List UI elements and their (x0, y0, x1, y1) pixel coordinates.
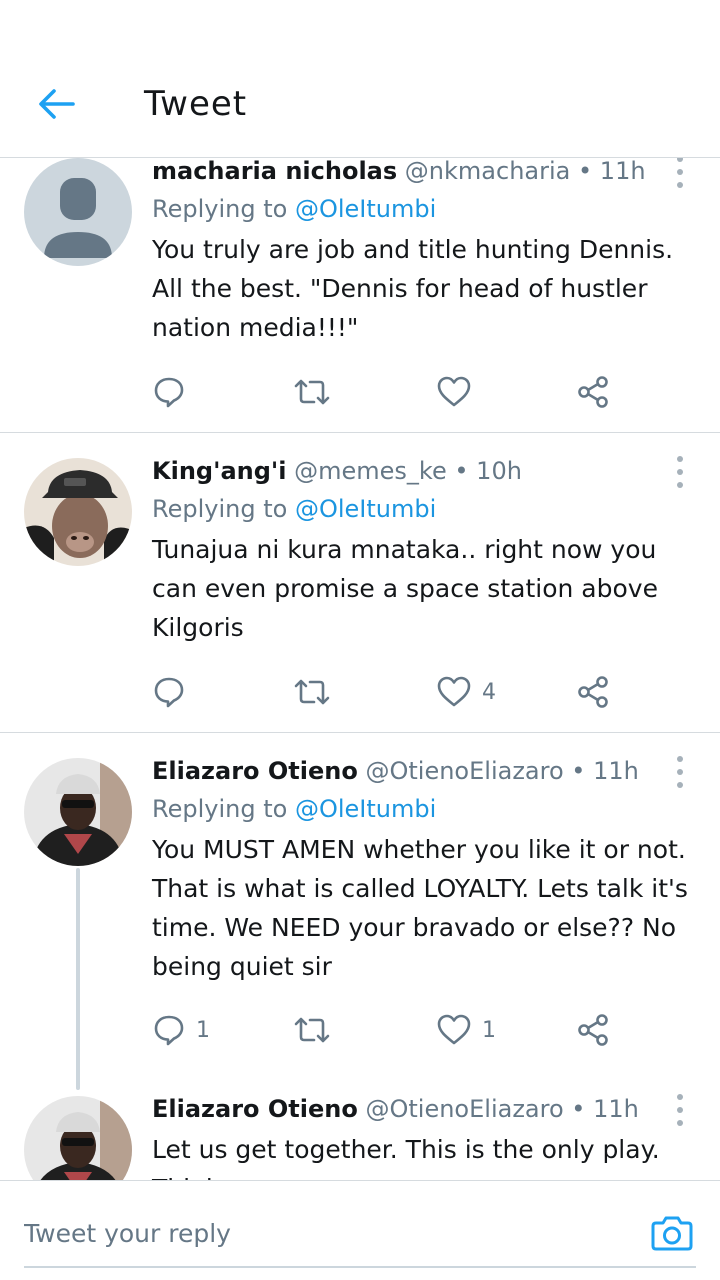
separator-dot: • (571, 1095, 586, 1123)
retweet-button[interactable] (292, 1010, 342, 1050)
tweet-divider (0, 432, 720, 433)
reply-count: 1 (196, 1017, 210, 1043)
replying-to: Replying to @OleItumbi (152, 792, 690, 826)
replying-to-handle[interactable]: @OleItumbi (295, 495, 436, 523)
retweet-button[interactable] (292, 372, 342, 412)
more-options-button[interactable] (674, 1094, 686, 1126)
back-button[interactable] (34, 82, 78, 126)
user-handle[interactable]: @nkmacharia (405, 158, 571, 185)
retweet-icon (294, 379, 330, 405)
more-options-button[interactable] (674, 158, 686, 188)
share-icon (578, 376, 608, 408)
reply-icon (154, 1015, 184, 1046)
dot-icon (677, 1094, 683, 1100)
retweet-icon (294, 1017, 330, 1043)
heart-icon (437, 376, 471, 407)
tweet-text: You MUST AMEN whether you like it or not… (152, 835, 688, 981)
tweet-actions (152, 372, 632, 412)
replying-to-handle[interactable]: @OleItumbi (295, 195, 436, 223)
thread-connector (76, 868, 80, 1090)
default-avatar[interactable] (24, 158, 132, 266)
reply-input[interactable] (24, 1211, 604, 1255)
user-avatar[interactable] (24, 758, 132, 866)
dot-icon (677, 158, 683, 162)
tweet-actions: 1 1 (152, 1010, 632, 1050)
user-name[interactable]: King'ang'i (152, 457, 286, 485)
user-handle[interactable]: @memes_ke (294, 457, 447, 485)
share-button[interactable] (576, 372, 610, 412)
camera-icon (651, 1216, 693, 1251)
dot-icon (677, 1107, 683, 1113)
tweet-text: Let us get together. This is the only pl… (152, 1135, 660, 1180)
replies-feed[interactable]: macharia nicholas @nkmacharia • 11h Repl… (0, 158, 720, 1180)
user-avatar[interactable] (24, 458, 132, 566)
heart-icon (437, 1014, 471, 1045)
tweet-text: Tunajua ni kura mnataka.. right now you … (152, 535, 658, 642)
reply-composer (0, 1180, 720, 1280)
dot-icon (677, 182, 683, 188)
separator-dot: • (571, 757, 586, 785)
tweet-header: Eliazaro Otieno @OtienoEliazaro • 11h (152, 1092, 690, 1126)
tweet-header: Eliazaro Otieno @OtienoEliazaro • 11h (152, 754, 690, 788)
dot-icon (677, 169, 683, 175)
dot-icon (677, 456, 683, 462)
input-underline (24, 1266, 696, 1268)
user-handle[interactable]: @OtienoEliazaro (365, 757, 563, 785)
tweet-actions: 4 (152, 672, 632, 712)
tweet-header: macharia nicholas @nkmacharia • 11h (152, 158, 690, 188)
timestamp: 11h (599, 158, 646, 185)
retweet-button[interactable] (292, 672, 342, 712)
reply-button[interactable]: 1 (152, 1010, 210, 1050)
user-name[interactable]: macharia nicholas (152, 158, 397, 185)
user-name[interactable]: Eliazaro Otieno (152, 1095, 358, 1123)
tweet-header: King'ang'i @memes_ke • 10h (152, 454, 690, 488)
separator-dot: • (578, 158, 593, 185)
like-button[interactable]: 1 (436, 1010, 496, 1050)
timestamp: 11h (593, 757, 639, 785)
top-app-bar: Tweet (0, 0, 720, 158)
separator-dot: • (454, 457, 469, 485)
replying-to-label: Replying to (152, 795, 288, 823)
heart-icon (437, 676, 471, 707)
reply-icon (154, 377, 184, 408)
user-handle[interactable]: @OtienoEliazaro (365, 1095, 563, 1123)
dot-icon (677, 769, 683, 775)
camera-button[interactable] (650, 1211, 694, 1255)
arrow-left-icon (39, 89, 75, 119)
reply-button[interactable] (152, 372, 196, 412)
dot-icon (677, 1120, 683, 1126)
tweet-divider (0, 732, 720, 733)
replying-to-label: Replying to (152, 495, 288, 523)
page-title: Tweet (144, 84, 248, 124)
replying-to: Replying to @OleItumbi (152, 192, 690, 226)
timestamp: 10h (476, 457, 522, 485)
share-button[interactable] (576, 672, 610, 712)
share-icon (578, 676, 608, 708)
replying-to-handle[interactable]: @OleItumbi (295, 795, 436, 823)
retweet-icon (294, 679, 330, 705)
like-count: 4 (482, 679, 496, 705)
share-icon (578, 1014, 608, 1046)
dot-icon (677, 756, 683, 762)
replying-to: Replying to @OleItumbi (152, 492, 690, 526)
reply-button[interactable] (152, 672, 196, 712)
reply-icon (154, 677, 184, 708)
more-options-button[interactable] (674, 456, 686, 488)
replying-to-label: Replying to (152, 195, 288, 223)
share-button[interactable] (576, 1010, 610, 1050)
user-name[interactable]: Eliazaro Otieno (152, 757, 358, 785)
tweet-text: You truly are job and title hunting Denn… (152, 235, 674, 342)
user-avatar[interactable] (24, 1096, 132, 1180)
timestamp: 11h (593, 1095, 639, 1123)
dot-icon (677, 482, 683, 488)
like-button[interactable] (436, 372, 482, 412)
dot-icon (677, 782, 683, 788)
like-count: 1 (482, 1017, 496, 1043)
more-options-button[interactable] (674, 756, 686, 788)
dot-icon (677, 469, 683, 475)
like-button[interactable]: 4 (436, 672, 496, 712)
